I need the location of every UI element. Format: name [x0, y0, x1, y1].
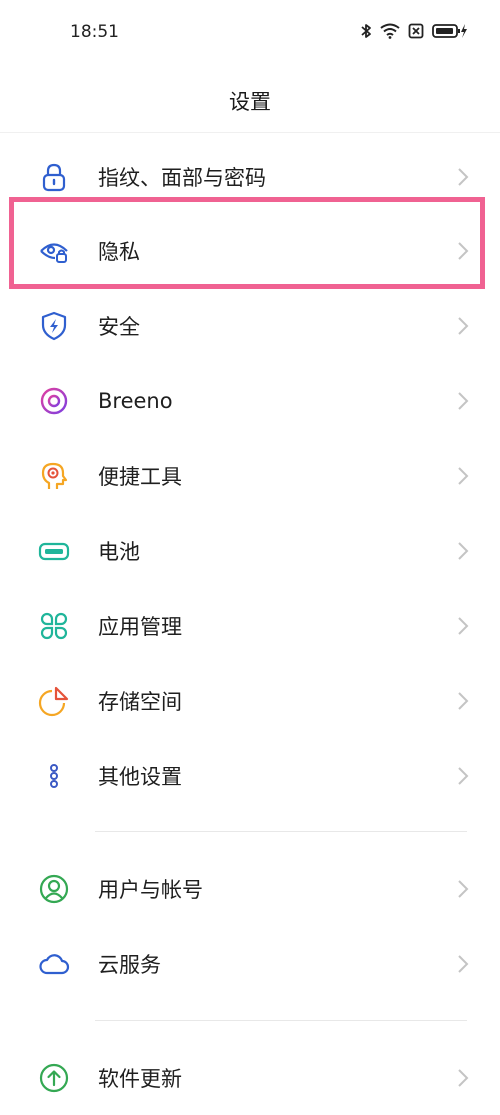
chevron-right-icon — [456, 166, 470, 188]
security-shield-icon — [38, 310, 70, 342]
wifi-icon — [380, 23, 400, 39]
chevron-right-icon — [456, 315, 470, 337]
section-divider — [95, 831, 467, 832]
privacy-eye-icon — [38, 235, 70, 267]
header-divider — [0, 132, 500, 133]
settings-item-label: 其他设置 — [98, 764, 182, 789]
breeno-icon — [38, 385, 70, 417]
settings-item-battery[interactable]: 电池 — [0, 513, 500, 588]
settings-item-label: 隐私 — [98, 239, 140, 264]
battery-icon — [38, 535, 70, 567]
chevron-right-icon — [456, 1067, 470, 1089]
settings-item-label: 存储空间 — [98, 689, 182, 714]
chevron-right-icon — [456, 390, 470, 412]
status-time: 18:51 — [70, 22, 119, 42]
battery-charging-icon — [432, 23, 468, 39]
chevron-right-icon — [456, 240, 470, 262]
settings-item-label: 指纹、面部与密码 — [98, 165, 266, 190]
chevron-right-icon — [456, 465, 470, 487]
status-icons — [360, 22, 468, 40]
settings-item-label: 用户与帐号 — [98, 877, 203, 902]
header: 设置 — [0, 66, 500, 132]
settings-item-software-update[interactable]: 软件更新 — [0, 1040, 500, 1115]
settings-item-cloud-service[interactable]: 云服务 — [0, 926, 500, 1001]
storage-icon — [38, 685, 70, 717]
settings-item-label: 应用管理 — [98, 614, 182, 639]
other-settings-icon — [38, 760, 70, 792]
settings-item-security[interactable]: 安全 — [0, 288, 500, 363]
settings-item-label: 云服务 — [98, 952, 161, 977]
settings-item-privacy[interactable]: 隐私 — [0, 213, 500, 288]
settings-item-label: Breeno — [98, 388, 173, 413]
settings-item-convenience-tools[interactable]: 便捷工具 — [0, 438, 500, 513]
no-sim-icon — [408, 23, 424, 39]
software-update-icon — [38, 1062, 70, 1094]
chevron-right-icon — [456, 765, 470, 787]
settings-item-label: 安全 — [98, 314, 140, 339]
chevron-right-icon — [456, 953, 470, 975]
chevron-right-icon — [456, 690, 470, 712]
settings-item-label: 软件更新 — [98, 1066, 182, 1091]
settings-item-label: 便捷工具 — [98, 464, 182, 489]
settings-item-user-account[interactable]: 用户与帐号 — [0, 851, 500, 926]
app-management-icon — [38, 610, 70, 642]
settings-item-storage[interactable]: 存储空间 — [0, 663, 500, 738]
chevron-right-icon — [456, 878, 470, 900]
status-bar: 18:51 — [0, 0, 500, 66]
convenience-tools-icon — [38, 460, 70, 492]
cloud-icon — [38, 948, 70, 980]
chevron-right-icon — [456, 615, 470, 637]
user-account-icon — [38, 873, 70, 905]
bluetooth-icon — [360, 22, 372, 40]
settings-item-label: 电池 — [98, 539, 140, 564]
settings-item-other-settings[interactable]: 其他设置 — [0, 738, 500, 813]
section-divider — [95, 1020, 467, 1021]
settings-item-breeno[interactable]: Breeno — [0, 363, 500, 438]
page-title: 设置 — [229, 90, 271, 114]
chevron-right-icon — [456, 540, 470, 562]
lock-icon — [38, 161, 70, 193]
settings-item-app-management[interactable]: 应用管理 — [0, 588, 500, 663]
settings-item-biometrics-password[interactable]: 指纹、面部与密码 — [0, 139, 500, 214]
